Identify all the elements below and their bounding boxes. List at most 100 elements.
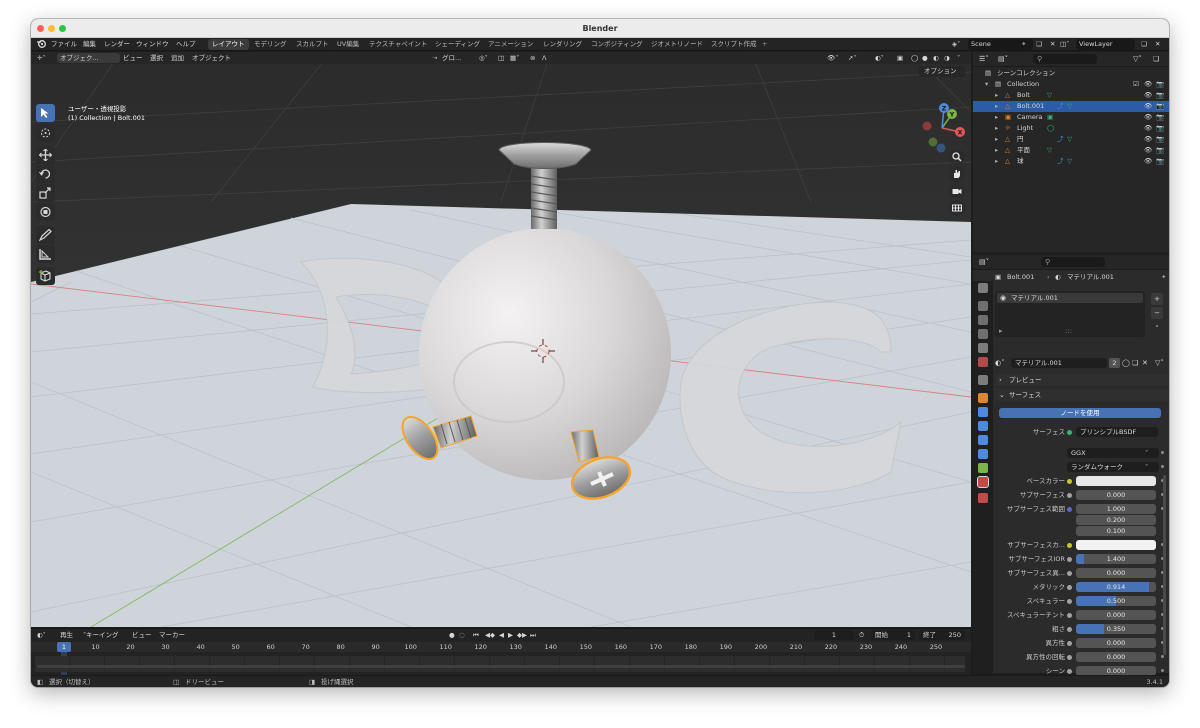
tab-world-icon[interactable]: [978, 357, 988, 367]
modifier-wrench-icon[interactable]: ⤴: [1057, 101, 1064, 112]
user-count-badge[interactable]: 2: [1109, 358, 1120, 368]
tool-transform[interactable]: [36, 203, 55, 221]
workspace-tab-scripting[interactable]: スクリプト作成: [707, 39, 761, 50]
shading-material-icon[interactable]: ◐: [933, 52, 939, 64]
record-icon[interactable]: ●: [449, 629, 455, 641]
outliner-item[interactable]: ▸ ▣ Camera ▣ 👁 📷: [973, 112, 1169, 123]
visibility-eye-icon[interactable]: 👁: [1144, 90, 1152, 101]
use-nodes-button[interactable]: ノードを使用: [999, 408, 1161, 418]
stopwatch-icon[interactable]: ⏱: [859, 629, 864, 641]
tab-scene-icon[interactable]: [978, 343, 988, 353]
vector-component-field[interactable]: 0.200: [1076, 515, 1156, 525]
expand-chevron-icon[interactable]: ▸: [995, 134, 998, 145]
panel-preview-header[interactable]: › プレビュー: [995, 374, 1169, 386]
tool-select[interactable]: [36, 104, 55, 122]
expand-chevron-icon[interactable]: ▸: [995, 123, 998, 134]
timeline-editor-icon[interactable]: ◐˅: [37, 629, 46, 641]
jump-end-icon[interactable]: ⏭: [530, 629, 536, 641]
tool-measure[interactable]: [36, 245, 55, 263]
outliner-collection[interactable]: ▾ ▤ Collection ☑ 👁 📷: [973, 79, 1169, 90]
filter-icon[interactable]: ▽˅: [1133, 52, 1142, 66]
unlink-material-icon[interactable]: ✕: [1142, 357, 1148, 369]
outliner-item[interactable]: ▸ △ 円 ⤴ ▽ 👁 📷: [973, 134, 1169, 145]
value-slider[interactable]: 0.000: [1076, 638, 1156, 648]
display-mode-icon[interactable]: ▤˅: [998, 52, 1008, 66]
viewport-menu-add[interactable]: 追加: [171, 52, 184, 64]
jump-start-icon[interactable]: ⏮: [473, 629, 479, 641]
keying-set-icon[interactable]: ○: [459, 629, 465, 641]
color-swatch[interactable]: [1076, 540, 1156, 550]
list-resize-handle[interactable]: :::: [1065, 327, 1072, 335]
outliner-item[interactable]: ▸ ☼ Light ◯ 👁 📷: [973, 123, 1169, 134]
object-data-icon[interactable]: ▽: [1047, 145, 1052, 156]
options-dropdown[interactable]: オプション: [919, 66, 965, 77]
render-camera-icon[interactable]: 📷: [1156, 101, 1164, 112]
decorator-dot[interactable]: [1161, 465, 1164, 468]
value-slider[interactable]: 1.400: [1076, 554, 1156, 564]
tab-texture-icon[interactable]: [978, 493, 988, 503]
workspace-tab-shading[interactable]: シェーディング: [431, 39, 484, 50]
overlay-toggle-icon[interactable]: ◐˅: [875, 52, 884, 64]
pan-view-button[interactable]: [949, 166, 965, 182]
object-data-icon[interactable]: ▣: [1047, 112, 1053, 123]
delete-scene-icon[interactable]: ✕: [1050, 38, 1055, 51]
view-layer-selector[interactable]: ViewLayer: [1076, 39, 1135, 50]
play-icon[interactable]: ▶: [508, 629, 513, 641]
tab-view-layer-icon[interactable]: [978, 329, 988, 339]
expand-chevron-icon[interactable]: ▾: [985, 79, 988, 90]
tab-object-data-icon[interactable]: [978, 463, 988, 473]
menu-edit[interactable]: 編集: [83, 38, 96, 51]
fake-user-icon[interactable]: ◯: [1122, 357, 1130, 369]
minimize-window-button[interactable]: [48, 25, 55, 32]
render-camera-icon[interactable]: 📷: [1156, 145, 1164, 156]
menu-playback[interactable]: 再生: [60, 629, 73, 641]
expand-chevron-icon[interactable]: ▸: [995, 90, 998, 101]
material-slot-item[interactable]: ◉ マテリアル.001: [997, 293, 1143, 303]
outliner-item[interactable]: ▸ △ Bolt ▽ 👁 📷: [973, 90, 1169, 101]
proportional-edit-icon[interactable]: ⊚: [530, 52, 535, 64]
tool-rotate[interactable]: [36, 165, 55, 183]
zoom-view-button[interactable]: [949, 149, 965, 165]
navigation-gizmo[interactable]: X Y Z: [917, 102, 969, 154]
new-view-layer-icon[interactable]: ❏: [1141, 38, 1147, 51]
editor-type-icon[interactable]: ✛˅: [37, 52, 46, 64]
ortho-toggle-button[interactable]: [949, 200, 965, 216]
object-data-icon[interactable]: ▽: [1067, 134, 1072, 145]
value-slider[interactable]: 0.350: [1076, 624, 1156, 634]
shading-wireframe-icon[interactable]: ◯: [911, 52, 918, 64]
visibility-eye-icon[interactable]: 👁: [1144, 134, 1152, 145]
tab-collection-icon[interactable]: [978, 375, 988, 385]
outliner-item[interactable]: ▸ △ 球 ⤴ ▽ 👁 📷: [973, 156, 1169, 167]
value-slider[interactable]: 0.000: [1076, 490, 1156, 500]
playhead-frame-indicator[interactable]: 1: [57, 642, 71, 652]
vector-component-field[interactable]: 1.000: [1076, 504, 1156, 514]
decorator-dot[interactable]: [1161, 451, 1164, 454]
render-camera-icon[interactable]: 📷: [1156, 90, 1164, 101]
tab-material-icon[interactable]: [977, 476, 989, 488]
properties-scrollbar[interactable]: [1163, 475, 1166, 655]
menu-marker[interactable]: マーカー: [159, 629, 185, 641]
delete-view-layer-icon[interactable]: ✕: [1155, 38, 1160, 51]
workspace-tab-sculpt[interactable]: スカルプト: [292, 39, 333, 50]
tool-scale[interactable]: [36, 184, 55, 202]
color-swatch[interactable]: [1076, 476, 1156, 486]
gizmo-toggle-icon[interactable]: ➚˅: [848, 52, 857, 64]
add-slot-button[interactable]: +: [1151, 293, 1163, 305]
object-data-icon[interactable]: ▽: [1067, 101, 1072, 112]
outliner-editor-icon[interactable]: ☰˅: [979, 52, 989, 66]
visibility-eye-icon[interactable]: 👁: [1144, 101, 1152, 112]
add-workspace-icon[interactable]: +: [762, 38, 767, 51]
outliner-item[interactable]: ▸ △ Bolt.001 ⤴ ▽ 👁 📷: [973, 101, 1169, 112]
expand-chevron-icon[interactable]: ▸: [995, 101, 998, 112]
duplicate-material-icon[interactable]: ❏: [1132, 357, 1138, 369]
pivot-point-icon[interactable]: ◎˅: [479, 52, 488, 64]
render-camera-icon[interactable]: 📷: [1156, 112, 1164, 123]
tool-cursor[interactable]: [36, 124, 55, 142]
current-frame-field[interactable]: 1: [814, 630, 854, 640]
tool-annotate[interactable]: [36, 226, 55, 244]
pin-icon[interactable]: ✦: [1021, 38, 1026, 51]
menu-keying[interactable]: キーイング: [86, 629, 119, 641]
menu-timeline-view[interactable]: ビュー: [132, 629, 152, 641]
decorator-dot[interactable]: [1161, 655, 1164, 658]
menu-file[interactable]: ファイル: [51, 38, 77, 51]
